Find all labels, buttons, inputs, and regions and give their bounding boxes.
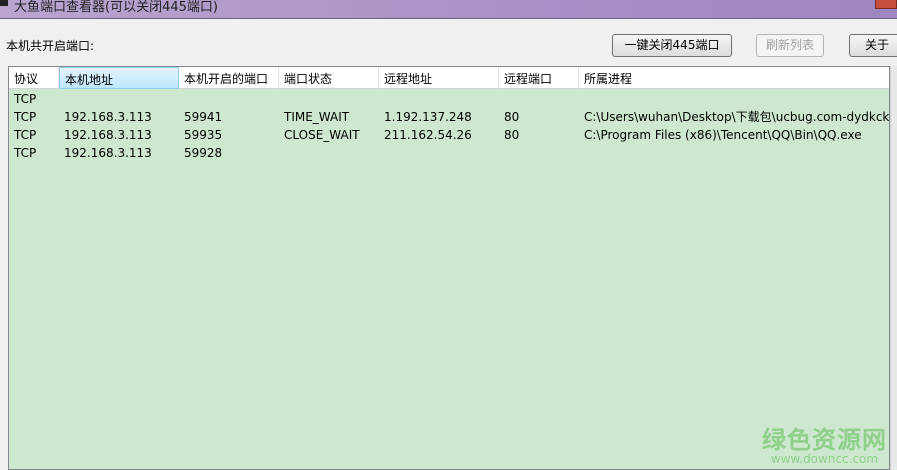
cell-local-port: 59928 [184, 146, 223, 160]
col-process[interactable]: 所属进程 [579, 67, 889, 89]
cell-protocol: TCP [14, 110, 37, 124]
col-remote-address[interactable]: 远程地址 [379, 67, 499, 89]
watermark-name: 绿色资源网 [762, 426, 887, 454]
table-row[interactable]: TCP 192.168.3.113 59941 TIME_WAIT 1.192.137.… [9, 108, 889, 126]
refresh-button[interactable]: 刷新列表 [756, 34, 824, 57]
port-list[interactable]: 协议 本机地址 本机开启的端口 端口状态 远程地址 远程端口 所属进程 TCP T… [8, 66, 890, 470]
cell-local-port: 59935 [184, 128, 223, 142]
title-bar: 大鱼端口查看器(可以关闭445端口) [0, 0, 897, 19]
col-protocol[interactable]: 协议 [9, 67, 59, 89]
cell-protocol: TCP [14, 92, 37, 106]
cell-process: C:\Program Files (x86)\Tencent\QQ\Bin\QQ… [584, 128, 862, 142]
open-ports-label: 本机共开启端口: [6, 39, 95, 53]
close-button[interactable] [875, 0, 897, 9]
col-state[interactable]: 端口状态 [279, 67, 379, 89]
cell-remote-port: 80 [504, 128, 520, 142]
vertical-scrollbar[interactable] [890, 66, 897, 470]
about-button[interactable]: 关于 [849, 34, 897, 57]
list-header: 协议 本机地址 本机开启的端口 端口状态 远程地址 远程端口 所属进程 [9, 67, 889, 89]
cell-remote-port: 80 [504, 110, 520, 124]
cell-local-address: 192.168.3.113 [64, 146, 152, 160]
cell-local-address: 192.168.3.113 [64, 110, 152, 124]
cell-remote-address: 1.192.137.248 [384, 110, 472, 124]
table-row[interactable]: TCP 192.168.3.113 59928 [9, 144, 889, 162]
cell-state: CLOSE_WAIT [284, 128, 360, 142]
watermark-url: www.downcc.com [770, 452, 879, 466]
cell-state: TIME_WAIT [284, 110, 350, 124]
cell-local-port: 59941 [184, 110, 223, 124]
cell-protocol: TCP [14, 146, 37, 160]
watermark: 绿色资源网 www.downcc.com [762, 420, 887, 466]
col-local-port[interactable]: 本机开启的端口 [179, 67, 279, 89]
col-remote-port[interactable]: 远程端口 [499, 67, 579, 89]
table-row[interactable]: TCP [9, 90, 889, 108]
table-row[interactable]: TCP 192.168.3.113 59935 CLOSE_WAIT 211.162.5… [9, 126, 889, 144]
cell-process: C:\Users\wuhan\Desktop\下载包\ucbug.com-dyd… [584, 110, 890, 124]
cell-remote-address: 211.162.54.26 [384, 128, 472, 142]
col-local-address[interactable]: 本机地址 [59, 67, 179, 89]
app-icon [0, 0, 8, 6]
window-title: 大鱼端口查看器(可以关闭445端口) [14, 0, 218, 15]
close-445-button[interactable]: 一键关闭445端口 [612, 34, 732, 57]
cell-local-address: 192.168.3.113 [64, 128, 152, 142]
cell-protocol: TCP [14, 128, 37, 142]
